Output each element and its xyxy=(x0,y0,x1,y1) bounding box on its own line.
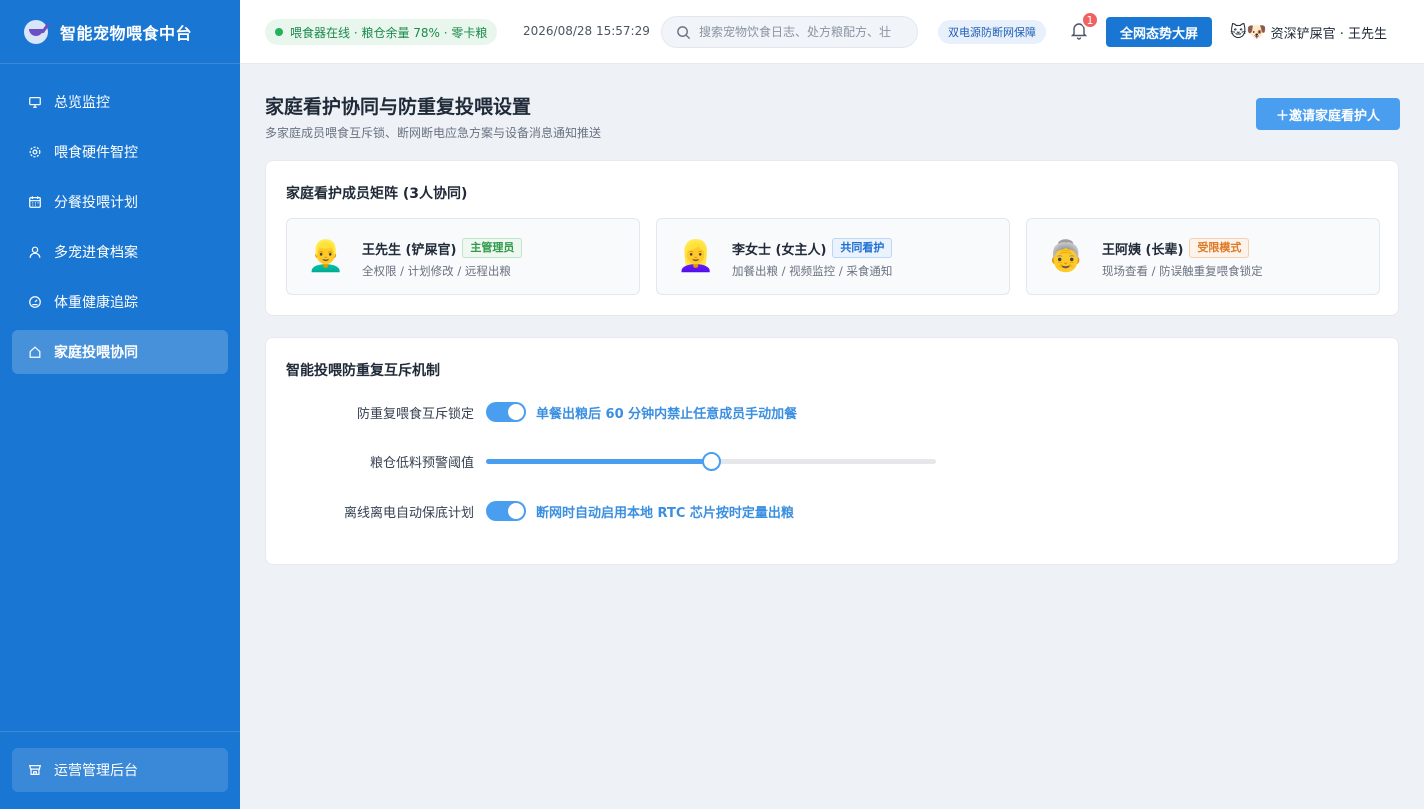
big-screen-button[interactable]: 全网态势大屏 xyxy=(1106,17,1212,47)
offline-plan-toggle[interactable] xyxy=(486,501,526,521)
admin-console-label: 运营管理后台 xyxy=(54,763,138,779)
member-card[interactable]: 👱‍♀️ 李女士 (女主人) 共同看护 加餐出粮 / 视频监控 / 采食通知 xyxy=(656,218,1010,295)
member-role-tag: 共同看护 xyxy=(832,238,893,258)
member-avatar: 👵 xyxy=(1047,239,1085,274)
notification-count-badge: 1 xyxy=(1081,11,1099,29)
sidebar-item-label: 体重健康追踪 xyxy=(54,295,138,311)
mutex-lock-note: 单餐出粮后 60 分钟内禁止任意成员手动加餐 xyxy=(536,407,798,422)
low-stock-threshold-setting: 粮仓低料预警阈值 xyxy=(266,449,1400,473)
sidebar: 智能宠物喂食中台 总览监控 喂食硬件智控 分餐投喂计划 多宠进食档案 体重健康追… xyxy=(0,0,240,809)
sidebar-item-plan[interactable]: 分餐投喂计划 xyxy=(12,180,228,224)
home-icon xyxy=(28,345,42,359)
user-profile[interactable]: 🐱🐶 资深铲屎官 · 王先生 xyxy=(1230,20,1387,44)
member-permissions: 现场查看 / 防误触重复喂食锁定 xyxy=(1102,264,1263,278)
offline-plan-note: 断网时自动启用本地 RTC 芯片按时定量出粮 xyxy=(536,506,794,521)
sidebar-item-hardware[interactable]: 喂食硬件智控 xyxy=(12,130,228,174)
gauge-icon xyxy=(28,295,42,309)
admin-console-button[interactable]: 运营管理后台 xyxy=(12,748,228,792)
online-dot-icon xyxy=(275,28,283,36)
pet-bowl-logo-icon xyxy=(24,19,51,44)
device-status-badge: 喂食器在线 · 粮仓余量 78% · 零卡粮 xyxy=(265,19,498,45)
mutex-card: 智能投喂防重复互斥机制 防重复喂食互斥锁定 单餐出粮后 60 分钟内禁止任意成员… xyxy=(265,337,1399,565)
sidebar-item-label: 总览监控 xyxy=(54,95,110,111)
member-card[interactable]: 👵 王阿姨 (长辈) 受限模式 现场查看 / 防误触重复喂食锁定 xyxy=(1026,218,1380,295)
offline-plan-setting: 离线离电自动保底计划 断网时自动启用本地 RTC 芯片按时定量出粮 xyxy=(266,499,1400,523)
sidebar-item-label: 家庭投喂协同 xyxy=(54,345,138,361)
member-name: 李女士 (女主人) xyxy=(732,242,827,258)
gear-icon xyxy=(28,145,42,159)
mutex-card-title: 智能投喂防重复互斥机制 xyxy=(286,363,440,379)
slider-fill xyxy=(486,459,711,464)
sidebar-item-family[interactable]: 家庭投喂协同 xyxy=(12,330,228,374)
low-stock-threshold-label: 粮仓低料预警阈值 xyxy=(369,456,474,471)
invite-caregiver-button[interactable]: ＋邀请家庭看护人 xyxy=(1256,98,1400,130)
member-permissions: 加餐出粮 / 视频监控 / 采食通知 xyxy=(732,264,893,278)
sidebar-item-overview[interactable]: 总览监控 xyxy=(12,80,228,124)
members-card-title: 家庭看护成员矩阵 (3人协同) xyxy=(286,186,468,202)
member-avatar: 👱‍♀️ xyxy=(677,239,715,274)
sidebar-item-archive[interactable]: 多宠进食档案 xyxy=(12,230,228,274)
device-status-text: 喂食器在线 · 粮仓余量 78% · 零卡粮 xyxy=(290,25,488,40)
calendar-icon xyxy=(28,195,42,209)
low-stock-threshold-slider[interactable] xyxy=(486,452,936,471)
power-protection-badge[interactable]: 双电源防断网保障 xyxy=(938,20,1046,44)
search-icon xyxy=(677,25,691,39)
member-name-row: 王先生 (铲屎官) 主管理员 xyxy=(362,238,523,258)
member-role-tag: 受限模式 xyxy=(1189,238,1250,258)
app-title: 智能宠物喂食中台 xyxy=(60,23,193,43)
member-card[interactable]: 👱‍♂️ 王先生 (铲屎官) 主管理员 全权限 / 计划修改 / 远程出粮 xyxy=(286,218,640,295)
member-name: 王阿姨 (长辈) xyxy=(1102,242,1184,258)
page-title: 家庭看护协同与防重复投喂设置 xyxy=(265,96,532,118)
mutex-lock-setting: 防重复喂食互斥锁定 单餐出粮后 60 分钟内禁止任意成员手动加餐 xyxy=(266,400,1400,424)
user-name: 资深铲屎官 · 王先生 xyxy=(1270,26,1388,42)
top-header: 喂食器在线 · 粮仓余量 78% · 零卡粮 2026/08/28 15:57:… xyxy=(240,0,1424,64)
sidebar-footer: 运营管理后台 xyxy=(0,731,240,809)
member-name-row: 李女士 (女主人) 共同看护 xyxy=(732,238,893,258)
user-icon xyxy=(28,245,42,259)
mutex-lock-label: 防重复喂食互斥锁定 xyxy=(356,407,474,422)
pet-avatars: 🐱🐶 xyxy=(1230,22,1267,41)
sidebar-item-label: 喂食硬件智控 xyxy=(54,145,138,161)
sidebar-item-label: 分餐投喂计划 xyxy=(54,195,138,211)
sidebar-item-label: 多宠进食档案 xyxy=(54,245,138,261)
member-name: 王先生 (铲屎官) xyxy=(362,242,457,258)
sidebar-nav: 总览监控 喂食硬件智控 分餐投喂计划 多宠进食档案 体重健康追踪 家庭投喂协同 xyxy=(0,64,240,374)
page-subtitle: 多家庭成员喂食互斥锁、断网断电应急方案与设备消息通知推送 xyxy=(265,126,602,140)
offline-plan-label: 离线离电自动保底计划 xyxy=(343,506,474,521)
sidebar-item-weight[interactable]: 体重健康追踪 xyxy=(12,280,228,324)
member-name-row: 王阿姨 (长辈) 受限模式 xyxy=(1102,238,1250,258)
search-box[interactable] xyxy=(661,16,918,48)
slider-handle[interactable] xyxy=(702,452,721,471)
search-input[interactable] xyxy=(699,25,914,39)
mutex-lock-toggle[interactable] xyxy=(486,402,526,422)
current-datetime: 2026/08/28 15:57:29 xyxy=(523,24,650,38)
member-avatar: 👱‍♂️ xyxy=(307,239,345,274)
monitor-icon xyxy=(28,95,42,109)
members-card: 家庭看护成员矩阵 (3人协同) 👱‍♂️ 王先生 (铲屎官) 主管理员 全权限 … xyxy=(265,160,1399,316)
store-icon xyxy=(28,763,42,777)
brand: 智能宠物喂食中台 xyxy=(0,0,240,64)
member-role-tag: 主管理员 xyxy=(462,238,523,258)
member-permissions: 全权限 / 计划修改 / 远程出粮 xyxy=(362,264,511,278)
